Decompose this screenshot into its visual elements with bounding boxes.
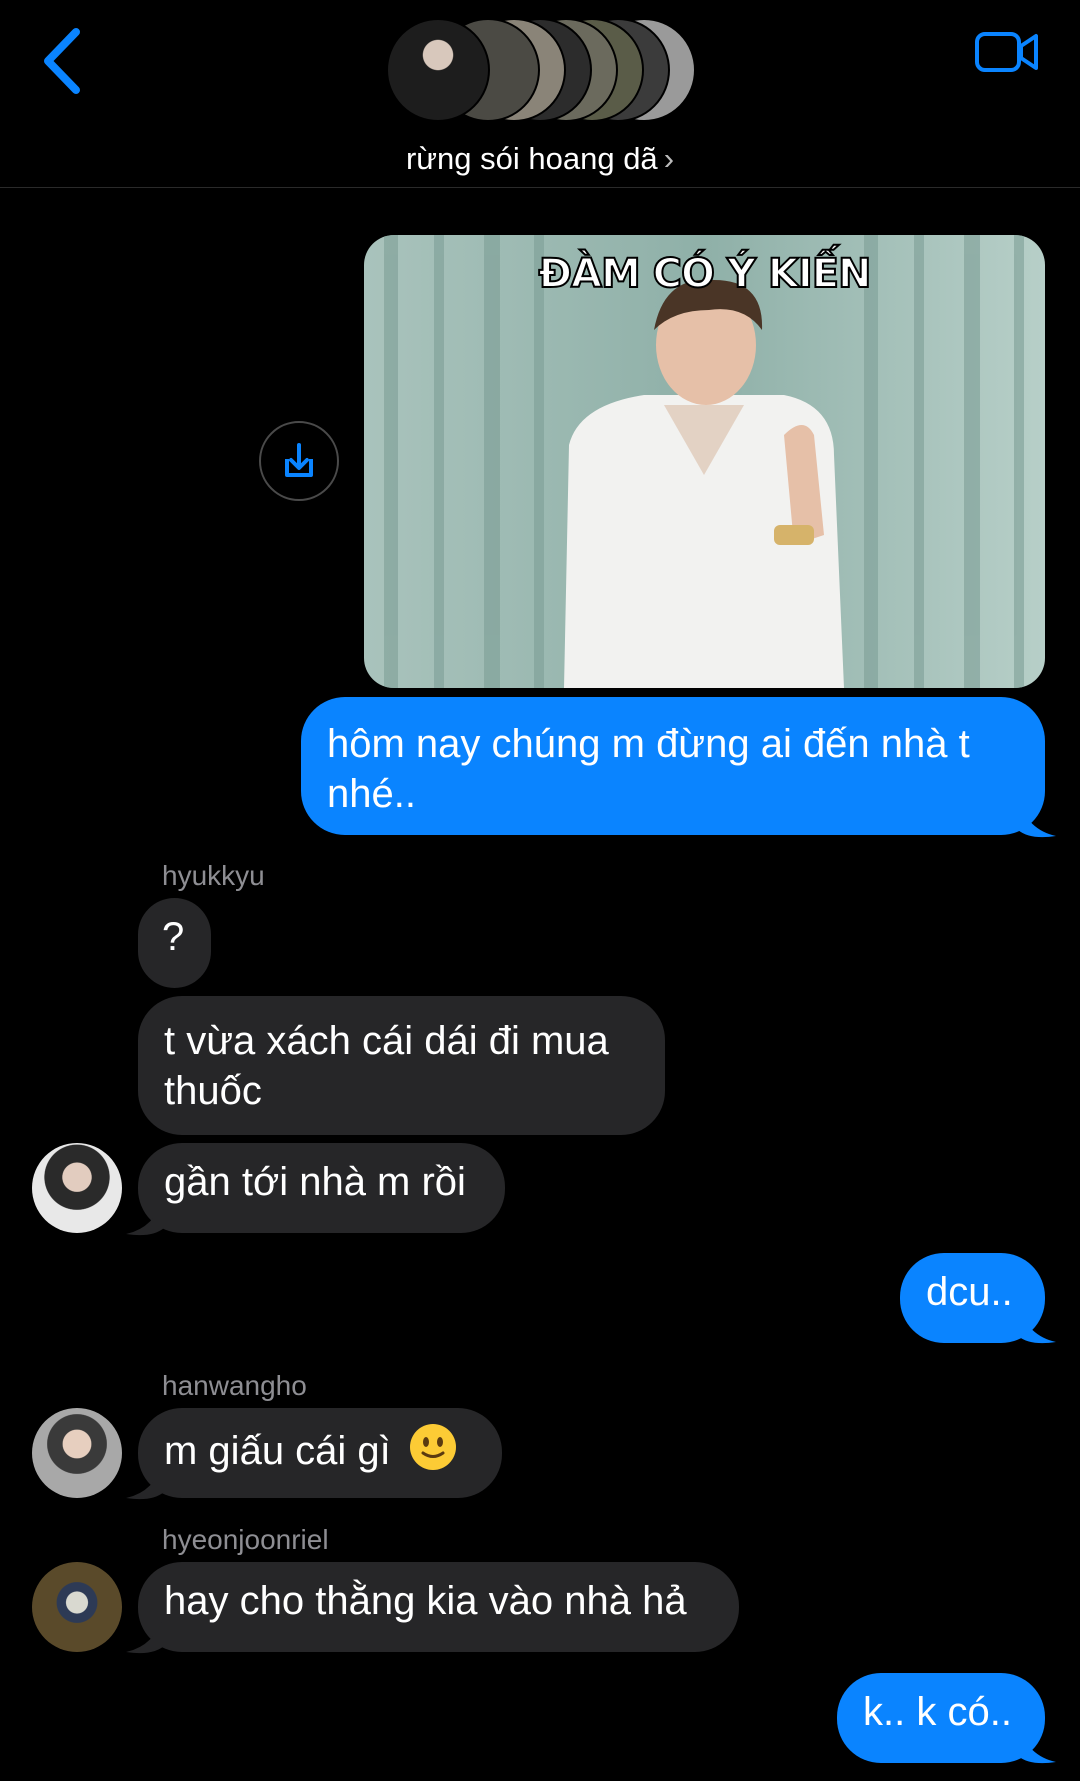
- incoming-message[interactable]: gần tới nhà m rồi: [138, 1143, 505, 1233]
- bubble-tail: [1018, 800, 1056, 838]
- message-text: t vừa xách cái dái đi mua thuốc: [164, 1019, 609, 1113]
- chevron-right-icon: ›: [663, 141, 675, 176]
- back-chevron-icon[interactable]: [38, 26, 98, 96]
- group-title[interactable]: rừng sói hoang dã ›: [0, 141, 1080, 177]
- message-text: dcu..: [926, 1270, 1013, 1314]
- group-name: rừng sói hoang dã: [405, 141, 658, 176]
- avatar-hyukkyu[interactable]: [32, 1143, 122, 1233]
- meme-image[interactable]: ĐÀM CÓ Ý KIẾN: [364, 235, 1045, 688]
- outgoing-message[interactable]: hôm nay chúng m đừng ai đến nhà t nhé..: [301, 697, 1045, 835]
- avatar-hyeonjoonriel[interactable]: [32, 1562, 122, 1652]
- bubble-tail: [1018, 1306, 1056, 1344]
- message-text: hôm nay chúng m đừng ai đến nhà t nhé..: [327, 722, 970, 816]
- avatar-hanwangho[interactable]: [32, 1408, 122, 1498]
- sender-name: hanwangho: [162, 1370, 307, 1401]
- group-avatars[interactable]: [386, 18, 696, 126]
- message-text: gần tới nhà m rồi: [164, 1160, 466, 1204]
- group-avatar: [386, 18, 490, 122]
- incoming-message[interactable]: hay cho thằng kia vào nhà hả: [138, 1562, 739, 1652]
- meme-picture: [364, 235, 1045, 688]
- chat-header: rừng sói hoang dã ›: [0, 0, 1080, 188]
- download-button[interactable]: [259, 421, 339, 501]
- bubble-tail: [126, 1198, 164, 1236]
- incoming-message[interactable]: ?: [138, 898, 211, 988]
- bubble-tail: [1018, 1726, 1056, 1764]
- meme-caption: ĐÀM CÓ Ý KIẾN: [537, 250, 872, 298]
- smile-emoji-icon: [409, 1424, 456, 1470]
- download-icon: [285, 443, 313, 477]
- bubble-tail: [126, 1462, 164, 1500]
- incoming-message[interactable]: m giấu cái gì: [138, 1408, 502, 1498]
- incoming-message[interactable]: t vừa xách cái dái đi mua thuốc: [138, 996, 665, 1135]
- sender-name: hyeonjoonriel: [162, 1524, 329, 1555]
- outgoing-message[interactable]: k.. k có..: [837, 1673, 1045, 1763]
- message-text: m giấu cái gì: [164, 1429, 391, 1473]
- message-text: hay cho thằng kia vào nhà hả: [164, 1579, 687, 1623]
- bubble-tail: [126, 1616, 164, 1654]
- message-text: k.. k có..: [863, 1690, 1012, 1734]
- message-text: ?: [162, 915, 185, 959]
- sender-name: hyukkyu: [162, 860, 265, 891]
- video-call-icon[interactable]: [974, 28, 1040, 76]
